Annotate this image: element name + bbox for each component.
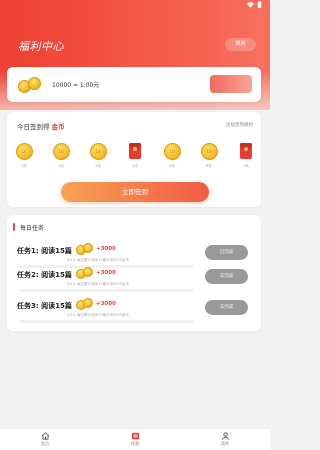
- battery-icon: [257, 1, 262, 8]
- tasks-heading-text: 每日任务: [20, 224, 45, 232]
- coin-icon: 10: [52, 142, 70, 160]
- tab-profile[interactable]: 我的: [205, 429, 245, 450]
- withdraw-button[interactable]: [210, 75, 252, 93]
- tab-home[interactable]: 首页: [25, 429, 65, 450]
- checkin-day: 10 5天: [163, 142, 181, 169]
- coin-stack-icon: [76, 243, 94, 255]
- checkin-days: 10 1天 10 2天 10 3天 4天 10 5天 10 6天 7天: [15, 142, 255, 169]
- checkin-title: 今日签到得 金币: [17, 121, 65, 131]
- coin-stack-icon: [76, 298, 94, 310]
- checkin-day: 10 1天: [15, 142, 33, 169]
- task-action-button[interactable]: 去完成: [205, 269, 248, 284]
- task-action-button[interactable]: 去完成: [205, 300, 248, 315]
- task-description: 0/15, 每日累计阅读15篇可得3000金币: [67, 313, 129, 317]
- task-reward: +3000: [96, 246, 116, 252]
- balance-card: 10000 ≈ 1.00元: [7, 67, 261, 102]
- tab-profile-label: 我的: [221, 441, 229, 446]
- red-envelope-icon: [129, 143, 141, 159]
- profile-icon: [221, 432, 229, 440]
- day-label: 1天: [21, 164, 27, 168]
- task-title: 任务3: 阅读15篇: [17, 302, 72, 310]
- task-progress-track: [19, 320, 194, 323]
- day-label: 3天: [95, 164, 101, 168]
- daily-tasks-card: 每日任务 任务1: 阅读15篇 +3000 0/15, 每日累计阅读15篇可得3…: [7, 215, 261, 331]
- wifi-icon: [247, 1, 254, 8]
- task-reward: +3000: [96, 301, 116, 307]
- checkin-day: 7天: [237, 142, 255, 169]
- checkin-title-highlight: 金币: [51, 123, 65, 131]
- home-icon: [41, 432, 49, 440]
- coin-icon: 10: [163, 142, 181, 160]
- task-reward: +3000: [96, 270, 116, 276]
- checkin-day: 10 2天: [52, 142, 70, 169]
- page-title: 福利中心: [18, 40, 64, 53]
- rules-button[interactable]: 规则: [225, 38, 256, 51]
- coin-stack-icon: [18, 76, 44, 94]
- coin-icon: 10: [200, 142, 218, 160]
- task-description: 0/15, 每日累计阅读15篇可得3000金币: [67, 282, 129, 286]
- task-progress-track: [19, 289, 194, 292]
- day-label: 5天: [169, 164, 175, 168]
- task-title: 任务1: 阅读15篇: [17, 247, 72, 255]
- day-label: 2天: [58, 164, 64, 168]
- task-item: 任务3: 阅读15篇 +3000 0/15, 每日累计阅读15篇可得3000金币…: [7, 294, 261, 326]
- coin-icon: 10: [89, 142, 107, 160]
- status-bar: [0, 0, 270, 10]
- day-label: 4天: [132, 164, 138, 168]
- day-label: 6天: [206, 164, 212, 168]
- task-title: 任务2: 阅读15篇: [17, 271, 72, 279]
- bottom-tab-bar: 首页 任务 我的: [0, 428, 270, 450]
- checkin-day: 10 3天: [89, 142, 107, 169]
- task-action-button[interactable]: 已完成: [205, 245, 248, 260]
- red-envelope-icon: [240, 143, 252, 159]
- coin-icon: 10: [15, 142, 33, 160]
- checkin-title-prefix: 今日签到得: [17, 123, 52, 131]
- checkin-button[interactable]: 立即签到: [61, 182, 209, 202]
- checkin-rules-link[interactable]: 连续签到规则: [226, 122, 253, 128]
- checkin-day: 4天: [126, 142, 144, 169]
- tab-home-label: 首页: [41, 441, 49, 446]
- tab-tasks[interactable]: 任务: [115, 429, 155, 450]
- balance-text: 10000 ≈ 1.00元: [52, 82, 100, 89]
- heading-accent-bar: [13, 223, 15, 231]
- task-icon: [131, 432, 139, 440]
- day-label: 7天: [243, 164, 249, 168]
- checkin-card: 今日签到得 金币 连续签到规则 10 1天 10 2天 10 3天 4天 10 …: [7, 112, 261, 207]
- tasks-heading: 每日任务: [7, 222, 44, 232]
- task-item: 任务2: 阅读15篇 +3000 0/15, 每日累计阅读15篇可得3000金币…: [7, 263, 261, 295]
- tab-tasks-label: 任务: [131, 441, 139, 446]
- checkin-day: 10 6天: [200, 142, 218, 169]
- coin-stack-icon: [76, 267, 94, 279]
